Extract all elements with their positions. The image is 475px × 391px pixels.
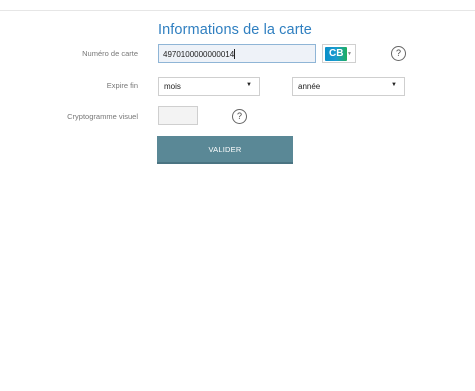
card-type-select[interactable]: CB ▼ [322,44,356,63]
card-number-help-icon[interactable]: ? [391,46,406,61]
expiry-year-value: année [298,82,321,91]
chevron-down-icon: ▼ [391,82,397,88]
cvv-help-icon[interactable]: ? [232,109,247,124]
form-title: Informations de la carte [158,22,312,38]
chevron-down-icon: ▼ [347,51,352,57]
submit-button[interactable]: VALIDER [157,136,293,164]
expiry-month-value: mois [164,82,181,91]
card-number-value: 4970100000000014 [163,50,235,59]
text-caret [234,49,236,59]
chevron-down-icon: ▼ [246,82,252,88]
expiry-label: Expire fin [106,81,138,90]
expiry-year-select[interactable]: année ▼ [292,77,405,96]
cb-card-logo-icon: CB [325,47,347,61]
expiry-month-select[interactable]: mois ▼ [158,77,260,96]
cvv-label: Cryptogramme visuel [67,112,138,121]
card-number-label: Numéro de carte [82,49,138,58]
cvv-input[interactable] [158,106,198,125]
card-number-input[interactable]: 4970100000000014 [158,44,316,63]
top-divider [0,10,475,11]
